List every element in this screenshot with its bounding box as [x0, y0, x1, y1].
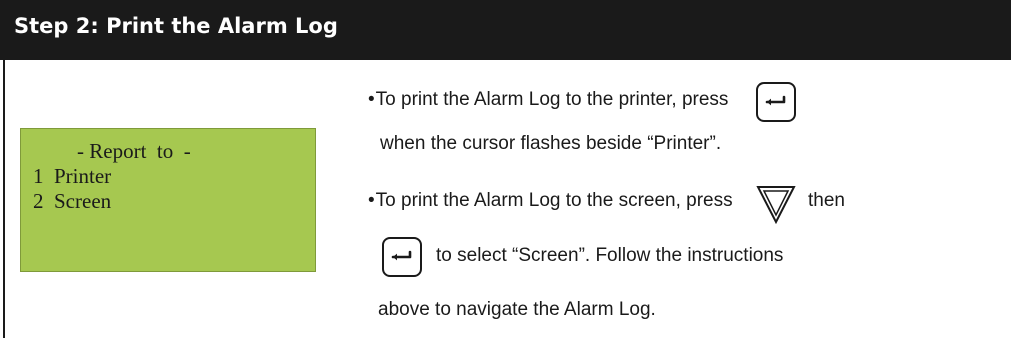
lcd-option-screen: 2 Screen — [33, 189, 112, 213]
lcd-display: - Report to - 1 Printer 2 Screen — [20, 128, 316, 272]
bullet: • — [368, 89, 375, 110]
enter-key-icon — [382, 237, 422, 277]
instruction-line-2: when the cursor flashes beside “Printer”… — [380, 133, 722, 154]
lcd-title: - Report to - — [77, 139, 191, 163]
enter-key-icon — [756, 82, 796, 122]
page-title: Step 2: Print the Alarm Log — [14, 14, 338, 38]
instruction-line-5: above to navigate the Alarm Log. — [378, 299, 656, 320]
bullet: • — [368, 190, 375, 211]
instruction-line-3: •To print the Alarm Log to the screen, p… — [368, 189, 733, 213]
instruction-line-1: •To print the Alarm Log to the printer, … — [368, 88, 728, 112]
left-divider — [3, 60, 5, 338]
lcd-option-printer: 1 Printer — [33, 164, 112, 188]
instruction-line-4: to select “Screen”. Follow the instructi… — [436, 245, 784, 266]
down-arrow-key-icon — [756, 186, 796, 224]
instruction-text: To print the Alarm Log to the screen, pr… — [375, 190, 733, 211]
instruction-text: To print the Alarm Log to the printer, p… — [375, 89, 729, 110]
instruction-then: then — [808, 190, 845, 211]
section-header: Step 2: Print the Alarm Log — [0, 0, 1011, 60]
